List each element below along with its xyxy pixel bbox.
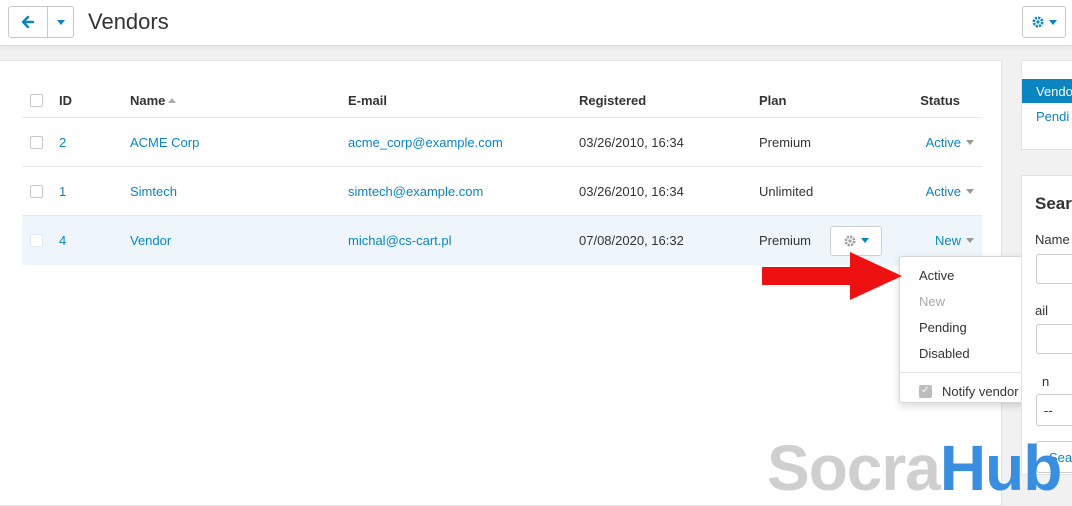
column-header-name[interactable]: Name [130,83,177,117]
chevron-down-icon [966,188,974,194]
gear-icon [1032,16,1044,28]
vendor-email-link[interactable]: michal@cs-cart.pl [348,216,452,265]
column-header-registered[interactable]: Registered [579,83,646,117]
select-all-cell [30,83,43,117]
table-row: 2 ACME Corp acme_corp@example.com 03/26/… [22,118,982,167]
name-search-input[interactable] [1036,254,1072,284]
vendor-name-link[interactable]: Vendor [130,216,171,265]
watermark-logo: SocraHub [767,436,1062,500]
chevron-down-icon [966,238,974,243]
history-dropdown-button[interactable] [48,6,74,38]
notify-vendor-label: Notify vendor [942,383,1019,399]
notify-vendor-checkbox[interactable]: ✓ [919,384,932,398]
vendor-registered: 03/26/2010, 16:34 [579,134,684,150]
vendor-id-link[interactable]: 4 [59,216,66,265]
row-checkbox[interactable] [30,234,43,247]
table-header-row: ID Name E-mail Registered Plan Status [22,83,982,118]
vendor-plan: Unlimited [759,183,814,199]
arrow-left-icon [21,15,35,29]
sort-ascending-icon [168,97,177,103]
chevron-down-icon [861,238,869,243]
gear-icon [844,235,856,246]
filter-select[interactable]: -- [1036,394,1072,426]
sidebar-search-panel: Searc Name ail n -- Sea [1021,175,1072,475]
vendor-email-link[interactable]: simtech@example.com [348,167,483,215]
column-header-plan[interactable]: Plan [759,83,786,117]
chevron-down-icon [56,19,65,25]
vendor-name-link[interactable]: Simtech [130,167,177,215]
row-checkbox-cell [30,118,43,166]
name-field-label: Name [1035,232,1070,247]
back-button[interactable] [8,6,48,38]
red-arrow-annotation [762,252,902,300]
vendor-email-link[interactable]: acme_corp@example.com [348,118,503,166]
select-field-label: n [1042,374,1050,389]
email-field-label: ail [1035,303,1049,318]
sidebar-item-pending[interactable]: Pendi [1036,109,1069,124]
status-dropdown[interactable]: Active [926,167,974,215]
watermark-part1: Socra [767,432,941,504]
vendor-id-link[interactable]: 2 [59,118,66,166]
column-header-email[interactable]: E-mail [348,83,387,117]
sidebar-item-vendors[interactable]: Vendo [1022,79,1072,103]
row-checkbox-cell [30,216,43,265]
status-label: New [934,233,961,248]
row-checkbox[interactable] [30,135,43,149]
page-title: Vendors [88,9,169,34]
column-header-id[interactable]: ID [59,83,72,117]
search-panel-title: Searc [1035,194,1072,213]
status-label: Active [925,134,961,150]
vendor-id-link[interactable]: 1 [59,167,66,215]
row-checkbox-cell [30,167,43,215]
status-dropdown[interactable]: Active [926,118,974,166]
watermark-part2: Hub [939,432,1062,504]
top-toolbar: Vendors [0,0,1072,46]
column-header-name-label: Name [130,92,166,108]
vendor-plan: Premium [759,134,812,150]
sidebar-vendor-filters: Vendo Pendi [1021,60,1072,150]
vendors-table: ID Name E-mail Registered Plan Status 2 … [22,83,982,265]
chevron-down-icon [966,139,974,145]
table-row: 1 Simtech simtech@example.com 03/26/2010… [22,167,982,216]
vendor-registered: 03/26/2010, 16:34 [579,183,684,199]
email-search-input[interactable] [1036,324,1072,354]
select-all-checkbox[interactable] [30,93,43,107]
vendor-registered: 07/08/2020, 16:32 [579,233,684,248]
column-header-status[interactable]: Status [920,83,960,117]
status-label: Active [925,183,961,199]
navigation-button-group [8,6,74,38]
settings-button[interactable] [1022,6,1066,38]
chevron-down-icon [1049,19,1057,25]
vendor-name-link[interactable]: ACME Corp [130,118,199,166]
row-checkbox[interactable] [30,184,43,198]
